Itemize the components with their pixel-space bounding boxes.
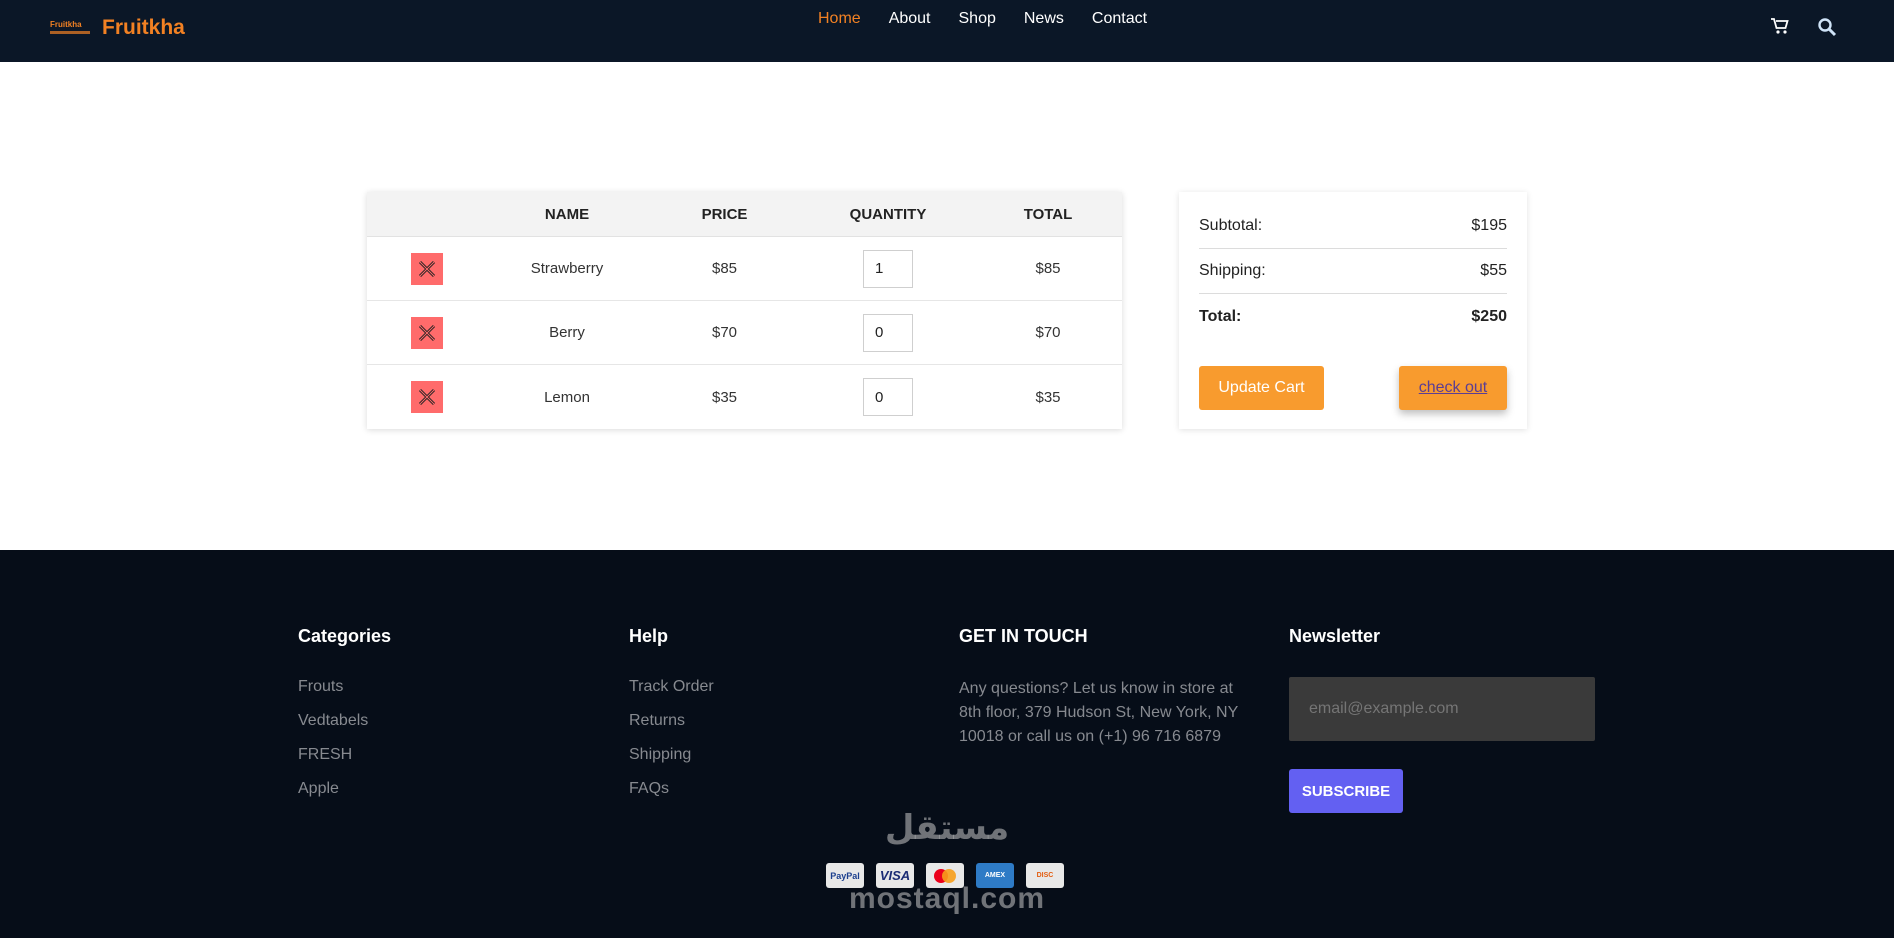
discover-icon: DISC	[1026, 863, 1064, 888]
amex-icon: AMEX	[976, 863, 1014, 888]
paypal-icon: PayPal	[826, 863, 864, 888]
cart-table-header: NAME PRICE QUANTITY TOTAL	[367, 192, 1122, 237]
nav-news[interactable]: News	[1024, 10, 1064, 28]
table-row: Berry $70 $70	[367, 301, 1122, 365]
contact-text: Any questions? Let us know in store at 8…	[959, 680, 1238, 745]
update-cart-button[interactable]: Update Cart	[1199, 366, 1324, 410]
help-link[interactable]: FAQs	[629, 779, 714, 799]
logo-mark: Fruitkha	[50, 17, 92, 39]
close-icon	[418, 260, 436, 277]
nav-about[interactable]: About	[889, 10, 931, 28]
close-icon	[418, 324, 436, 341]
product-price: $70	[711, 324, 738, 341]
total-label: Total:	[1199, 307, 1242, 325]
shipping-row: Shipping: $55	[1199, 249, 1507, 294]
table-row: Strawberry $85 $85	[367, 237, 1122, 301]
quantity-input[interactable]	[863, 249, 913, 288]
product-name: Lemon	[544, 388, 590, 406]
footer-help: Help Track Order Returns Shipping FAQs	[629, 626, 714, 813]
cart-icon[interactable]	[1770, 17, 1790, 40]
help-title: Help	[629, 626, 669, 646]
category-link[interactable]: Apple	[298, 779, 391, 799]
site-footer: Categories Frouts Vedtabels FRESH Apple …	[0, 550, 1894, 938]
help-link[interactable]: Track Order	[629, 677, 714, 697]
watermark: مستقل mostaql.com	[822, 808, 1072, 916]
remove-item-button[interactable]	[411, 381, 443, 413]
search-icon[interactable]	[1817, 17, 1837, 42]
subtotal-row: Subtotal: $195	[1199, 204, 1507, 249]
site-header: Fruitkha Fruitkha Home About Shop News C…	[0, 0, 1894, 62]
product-name: Berry	[549, 324, 585, 341]
nav-shop[interactable]: Shop	[959, 10, 996, 28]
shipping-label: Shipping:	[1199, 262, 1266, 279]
remove-item-button[interactable]	[411, 252, 443, 285]
watermark-arabic: مستقل	[884, 809, 1010, 847]
visa-icon: VISA	[876, 863, 914, 888]
payment-methods: PayPal VISA AMEX DISC	[826, 863, 1064, 888]
col-quantity-header: QUANTITY	[849, 205, 927, 223]
shipping-value: $55	[1480, 262, 1507, 279]
categories-title: Categories	[298, 626, 392, 646]
category-link[interactable]: Vedtabels	[298, 711, 391, 731]
nav-contact[interactable]: Contact	[1092, 10, 1147, 28]
help-link[interactable]: Returns	[629, 711, 714, 731]
category-link[interactable]: FRESH	[298, 745, 391, 765]
nav-home[interactable]: Home	[818, 10, 861, 28]
subscribe-button[interactable]: SUBSCRIBE	[1289, 769, 1403, 813]
col-price-header: PRICE	[701, 205, 748, 223]
newsletter-title: Newsletter	[1289, 626, 1381, 646]
logo-small-text: Fruitkha	[50, 20, 82, 29]
main-nav: Home About Shop News Contact	[818, 10, 1175, 28]
logo[interactable]: Fruitkha Fruitkha	[50, 16, 185, 40]
footer-newsletter: Newsletter SUBSCRIBE	[1289, 626, 1595, 813]
help-link[interactable]: Shipping	[629, 745, 714, 765]
checkout-button[interactable]: check out	[1399, 366, 1507, 410]
product-price: $35	[711, 388, 738, 406]
total-row: Total: $250	[1199, 294, 1507, 339]
product-name: Strawberry	[530, 260, 604, 277]
product-total: $35	[1035, 388, 1061, 406]
table-row: Lemon $35 $35	[367, 365, 1122, 429]
product-total: $70	[1035, 324, 1061, 341]
mastercard-icon	[926, 863, 964, 888]
total-value: $250	[1471, 307, 1507, 325]
footer-contact: GET IN TOUCH Any questions? Let us know …	[959, 626, 1259, 749]
email-field[interactable]	[1289, 677, 1595, 741]
cart-table: NAME PRICE QUANTITY TOTAL Strawberry $85…	[367, 192, 1122, 429]
col-name-header: NAME	[544, 205, 590, 223]
subtotal-label: Subtotal:	[1199, 217, 1263, 234]
subtotal-value: $195	[1471, 217, 1507, 234]
cart-totals: Subtotal: $195 Shipping: $55 Total: $250…	[1179, 192, 1527, 429]
remove-item-button[interactable]	[411, 316, 443, 349]
quantity-input[interactable]	[863, 378, 913, 416]
product-total: $85	[1035, 260, 1061, 277]
col-total-header: TOTAL	[1023, 205, 1073, 223]
logo-text: Fruitkha	[102, 16, 185, 39]
category-link[interactable]: Frouts	[298, 677, 391, 697]
contact-title: GET IN TOUCH	[959, 626, 1088, 646]
quantity-input[interactable]	[863, 313, 913, 352]
product-price: $85	[711, 260, 738, 277]
close-icon	[418, 388, 436, 406]
footer-categories: Categories Frouts Vedtabels FRESH Apple	[298, 626, 391, 813]
